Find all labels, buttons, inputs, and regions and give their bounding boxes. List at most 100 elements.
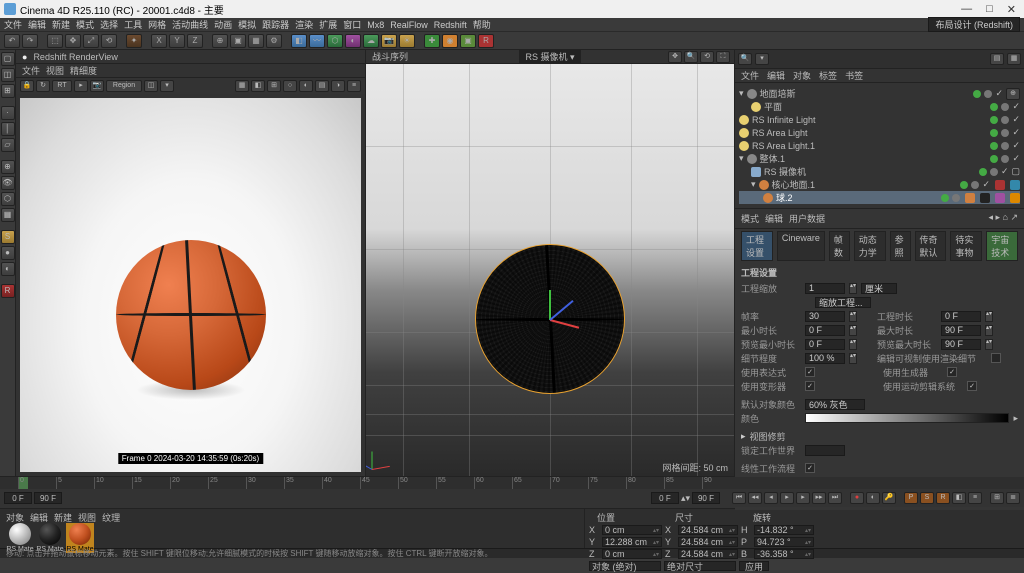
layout-selector[interactable]: 布局设计 (Redshift) <box>928 17 1020 32</box>
keyframe-p[interactable]: P <box>904 492 918 504</box>
apply-button[interactable]: 应用 <box>739 561 769 571</box>
mat-tab-new[interactable]: 新建 <box>54 511 72 521</box>
viewport-canvas[interactable]: 网格间距: 50 cm <box>366 64 734 476</box>
menu-render[interactable]: 渲染 <box>295 18 313 31</box>
generator[interactable]: ⬡ <box>327 34 343 48</box>
preview-min-field[interactable]: 0 F <box>805 339 845 350</box>
rv-options-dropdown[interactable]: ▾ <box>160 80 174 92</box>
attr-mt-project[interactable]: 工程设置 <box>741 231 773 261</box>
proj-duration-field[interactable]: 0 F <box>941 311 981 322</box>
max-time-field[interactable]: 90 F <box>941 325 981 336</box>
menu-file[interactable]: 文件 <box>4 18 22 31</box>
tree-row[interactable]: ▾核心地面.1✓ <box>739 178 1020 191</box>
rv-bucket-icon[interactable]: ◫ <box>144 80 158 92</box>
rv-ex8[interactable]: ≡ <box>347 80 361 92</box>
menu-spline[interactable]: 活动曲线 <box>172 18 208 31</box>
coord-mode-dropdown[interactable]: 对象 (绝对) <box>589 561 661 571</box>
snap[interactable]: ⬡ <box>1 192 15 206</box>
axis-x-toggle[interactable]: X <box>151 34 167 48</box>
rot-h-field[interactable]: -14.832 °▴▾ <box>754 525 814 535</box>
obj-menu-tags[interactable]: 标签 <box>819 69 837 82</box>
menu-mode[interactable]: 模式 <box>76 18 94 31</box>
tree-row[interactable]: ▾地面培斯✓⊕ <box>739 87 1020 100</box>
lock-xyz-dropdown[interactable] <box>805 445 845 456</box>
attr-tab-userdata[interactable]: 用户数据 <box>789 212 825 225</box>
mat-tab-view[interactable]: 视图 <box>78 511 96 521</box>
render-output-viewport[interactable]: Frame 0 2024-03-20 14:35:59 (0s:20s) <box>20 98 361 472</box>
linear-wf-checkbox[interactable]: ✓ <box>805 463 815 473</box>
prev-frame-button[interactable]: ◂ <box>764 492 778 504</box>
rv-ex1[interactable]: ▦ <box>235 80 249 92</box>
obj-view2-icon[interactable]: ▦ <box>1007 53 1021 65</box>
menu-help[interactable]: 帮助 <box>473 18 491 31</box>
rv-ex2[interactable]: ◧ <box>251 80 265 92</box>
rv-play-icon[interactable]: ▸ <box>74 80 88 92</box>
rv-snapshot-icon[interactable]: 📷 <box>90 80 104 92</box>
rv-update-icon[interactable]: ↻ <box>36 80 50 92</box>
autokey-button[interactable]: ◐ <box>866 492 880 504</box>
deformer[interactable]: ◐ <box>345 34 361 48</box>
menu-redshift[interactable]: Redshift <box>434 20 467 30</box>
obj-filter-icon[interactable]: ▾ <box>755 53 769 65</box>
obj-view1-icon[interactable]: ▤ <box>990 53 1004 65</box>
timeline-ruler[interactable]: 051015202530354045505560657075808590 <box>0 477 1024 489</box>
size-x-field[interactable]: 24.584 cm▴▾ <box>678 525 738 535</box>
obj-search-icon[interactable]: 🔍 <box>738 53 752 65</box>
keyframe-s[interactable]: S <box>920 492 934 504</box>
cube-primitive[interactable]: ◧ <box>291 34 307 48</box>
redo-button[interactable]: ↷ <box>22 34 38 48</box>
render-region[interactable]: ▦ <box>248 34 264 48</box>
menu-mx8[interactable]: Mx8 <box>367 20 384 30</box>
tl-extra1[interactable]: ⊞ <box>990 492 1004 504</box>
tl-extra2[interactable]: ≣ <box>1006 492 1020 504</box>
camera[interactable]: 📷 <box>381 34 397 48</box>
fps-field[interactable]: 30 <box>805 311 845 322</box>
rv-region-button[interactable]: Region <box>106 80 142 92</box>
rv-menu-view[interactable]: 视图 <box>46 64 64 77</box>
edges-mode[interactable]: │ <box>1 122 15 136</box>
use-deform-checkbox[interactable]: ✓ <box>805 381 815 391</box>
rv-menu-file[interactable]: 文件 <box>22 64 40 77</box>
menu-animate[interactable]: 动画 <box>214 18 232 31</box>
render-settings[interactable]: ⚙ <box>266 34 282 48</box>
vp-nav-orbit-icon[interactable]: ⟲ <box>700 51 714 63</box>
use-gen-checkbox[interactable]: ✓ <box>947 367 957 377</box>
coord-system[interactable]: ⊕ <box>212 34 228 48</box>
maximize-button[interactable]: □ <box>986 3 993 16</box>
goto-end-button[interactable]: ⏭ <box>828 492 842 504</box>
tree-row[interactable]: 平面✓ <box>739 100 1020 113</box>
attr-mt-def[interactable]: 传奇默认 <box>915 231 947 261</box>
vp-nav-max-icon[interactable]: ⛶ <box>716 51 730 63</box>
undo-button[interactable]: ↶ <box>4 34 20 48</box>
plugin-1[interactable]: ✚ <box>424 34 440 48</box>
obj-menu-object[interactable]: 对象 <box>793 69 811 82</box>
rs-rv[interactable]: R <box>1 284 15 298</box>
default-color-dropdown[interactable]: 60% 灰色 <box>805 399 865 410</box>
plugin-2[interactable]: ◉ <box>442 34 458 48</box>
spline-primitive[interactable]: 〰 <box>309 34 325 48</box>
rv-lock-icon[interactable]: 🔒 <box>20 80 34 92</box>
menu-tools[interactable]: 工具 <box>124 18 142 31</box>
points-mode[interactable]: · <box>1 106 15 120</box>
enable-axis[interactable]: ⊕ <box>1 160 15 174</box>
menu-simulate[interactable]: 模拟 <box>238 18 256 31</box>
attr-tab-mode[interactable]: 模式 <box>741 212 759 225</box>
vp-nav-zoom-icon[interactable]: 🔍 <box>684 51 698 63</box>
select-tool[interactable]: ⬚ <box>47 34 63 48</box>
attr-mt-dyn[interactable]: 动态力学 <box>854 231 886 261</box>
key-options[interactable]: 🔑 <box>882 492 896 504</box>
environment[interactable]: ☁ <box>363 34 379 48</box>
menu-mesh[interactable]: 网格 <box>148 18 166 31</box>
pos-x-field[interactable]: 0 cm▴▾ <box>602 525 662 535</box>
attr-mt-todo[interactable]: 待实事物 <box>950 231 982 261</box>
keyframe-r[interactable]: R <box>936 492 950 504</box>
attr-mt-ref[interactable]: 参照 <box>890 231 911 261</box>
viewport-camera-dropdown[interactable]: RS 摄像机 ▾ <box>519 50 580 63</box>
obj-menu-bookmarks[interactable]: 书签 <box>845 69 863 82</box>
use-motion-checkbox[interactable]: ✓ <box>967 381 977 391</box>
recent-tool[interactable]: ✦ <box>126 34 142 48</box>
menu-create[interactable]: 新建 <box>52 18 70 31</box>
vp-nav-pan-icon[interactable]: ✥ <box>668 51 682 63</box>
axis-y-toggle[interactable]: Y <box>169 34 185 48</box>
project-scale-field[interactable]: 1 <box>805 283 845 294</box>
